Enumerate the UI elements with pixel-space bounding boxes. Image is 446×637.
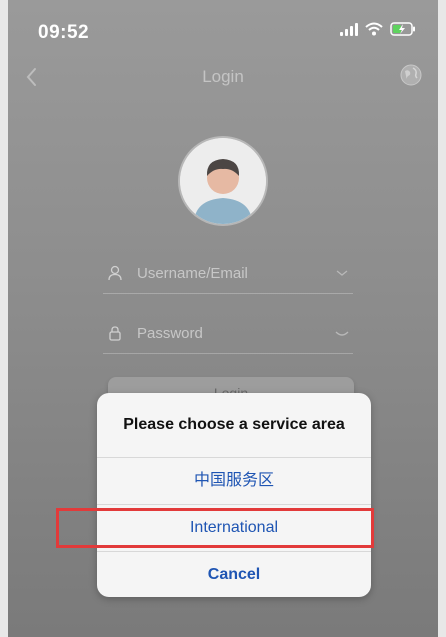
lock-icon (109, 326, 121, 341)
wifi-icon (365, 22, 383, 36)
status-bar: 09:52 (8, 0, 438, 60)
nav-bar: Login (8, 55, 438, 99)
dialog-title: Please choose a service area (97, 393, 371, 458)
status-icons (340, 22, 416, 36)
chevron-down-icon[interactable] (335, 267, 349, 279)
service-area-dialog: Please choose a service area 中国服务区 Inter… (97, 393, 371, 597)
international-option[interactable]: International (97, 505, 371, 552)
user-avatar-icon (180, 138, 266, 224)
username-input[interactable] (135, 264, 319, 283)
password-field (103, 313, 353, 354)
china-service-area-option[interactable]: 中国服务区 (97, 458, 371, 505)
username-field (103, 253, 353, 294)
app-screen: 09:52 Login Username/Email Please choose… (8, 0, 438, 637)
cancel-button[interactable]: Cancel (97, 552, 371, 597)
battery-charging-icon (390, 22, 416, 36)
signal-icon (340, 22, 358, 36)
page-title: Login (202, 67, 244, 86)
eye-closed-icon[interactable] (335, 327, 349, 339)
avatar[interactable] (180, 138, 266, 224)
password-input[interactable] (135, 324, 319, 343)
globe-icon[interactable] (400, 64, 422, 86)
status-time: 09:52 (38, 22, 90, 43)
user-icon (108, 265, 122, 281)
